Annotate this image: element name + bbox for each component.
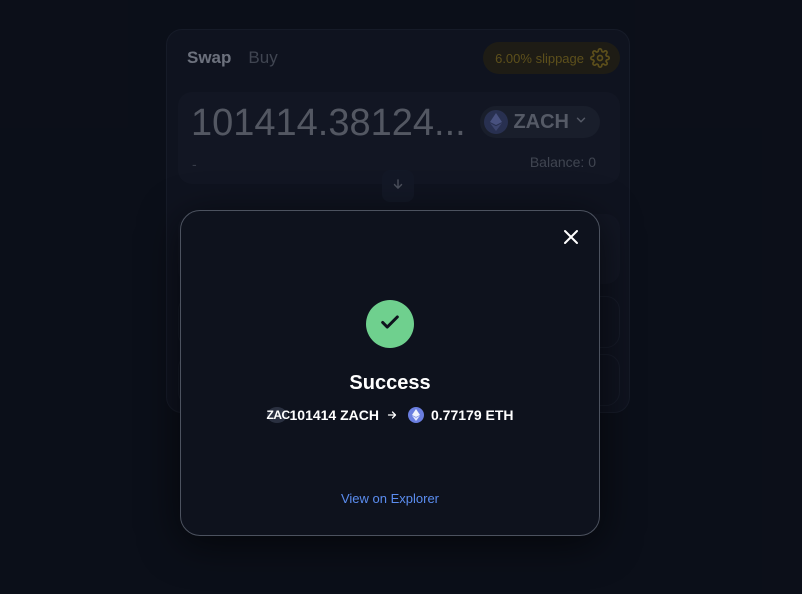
close-icon	[563, 229, 579, 250]
success-modal: Success ZAC 101414 ZACH 0.77179 ETH View…	[180, 210, 600, 536]
view-on-explorer-link[interactable]: View on Explorer	[181, 491, 599, 506]
modal-title: Success	[349, 372, 431, 394]
swap-summary: ZAC 101414 ZACH 0.77179 ETH	[181, 407, 599, 423]
close-button[interactable]	[561, 229, 581, 249]
from-amount: 101414 ZACH	[289, 407, 380, 423]
eth-icon	[408, 407, 424, 423]
to-amount: 0.77179 ETH	[431, 407, 514, 423]
zach-token-logo: ZAC	[266, 407, 290, 423]
success-badge	[366, 300, 414, 348]
check-icon	[379, 311, 401, 338]
arrow-right-icon	[386, 409, 398, 421]
